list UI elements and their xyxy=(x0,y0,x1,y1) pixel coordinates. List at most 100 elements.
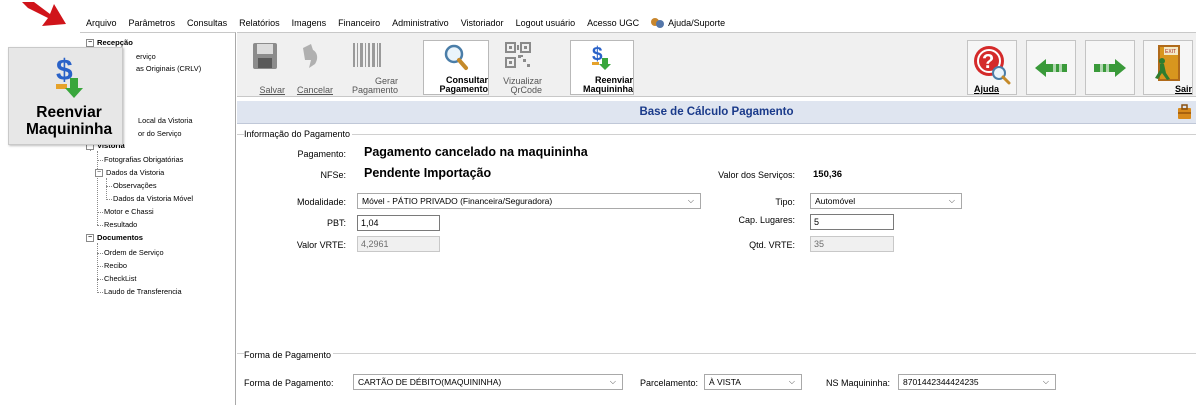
menu-ajuda-suporte-label: Ajuda/Suporte xyxy=(668,17,726,28)
svg-text:?: ? xyxy=(982,51,994,73)
arrow-left-icon xyxy=(1035,59,1067,77)
menu-bar: Arquivo Parâmetros Consultas Relatórios … xyxy=(80,13,1196,32)
gerar-pagamento-button[interactable]: Gerar Pagamento xyxy=(336,40,398,95)
pbt-input[interactable]: 1,04 xyxy=(357,215,440,231)
ajuda-button[interactable]: ? Ajuda xyxy=(967,40,1017,95)
visualizar-qrcode-label: Vizualizar QrCode xyxy=(494,77,542,95)
valor-vrte-label: Valor VRTE: xyxy=(296,240,346,250)
briefcase-icon[interactable] xyxy=(1177,104,1192,120)
tree-node-documentos[interactable]: − Documentos xyxy=(86,233,143,242)
consultar-pagamento-label: Consultar Pagamento xyxy=(424,76,488,94)
pagamento-status-value: Pagamento cancelado na maquininha xyxy=(364,145,588,159)
visualizar-qrcode-button[interactable]: Vizualizar QrCode xyxy=(494,40,542,95)
forma-pagamento-select-value: CARTÃO DE DÉBITO(MAQUININHA) xyxy=(358,377,502,387)
menu-consultas[interactable]: Consultas xyxy=(181,18,233,28)
menu-logout[interactable]: Logout usuário xyxy=(510,18,582,28)
pbt-label: PBT: xyxy=(326,218,346,228)
cap-lugares-label: Cap. Lugares: xyxy=(738,215,795,225)
gerar-pagamento-label: Gerar Pagamento xyxy=(336,77,398,95)
reenviar-maquininha-zoom[interactable]: $ Reenviar Maquininha xyxy=(8,47,123,145)
chevron-down-icon: ⌵ xyxy=(687,196,694,205)
reenviar-maquininha-label: Reenviar Maquininha xyxy=(571,76,633,94)
menu-administrativo[interactable]: Administrativo xyxy=(386,18,455,28)
valor-servicos-value: 150,36 xyxy=(813,169,843,180)
menu-financeiro[interactable]: Financeiro xyxy=(332,18,386,28)
tipo-select[interactable]: Automóvel ⌵ xyxy=(810,193,962,209)
ajuda-label: Ajuda xyxy=(974,84,1000,94)
menu-ajuda-suporte[interactable]: Ajuda/Suporte xyxy=(645,17,731,29)
svg-text:EXIT: EXIT xyxy=(1165,49,1176,55)
reenviar-maquininha-zoom-content: $ Reenviar Maquininha xyxy=(26,52,113,140)
forma-pagamento-group-label: Forma de Pagamento xyxy=(244,350,334,360)
voltar-button[interactable] xyxy=(1026,40,1076,95)
parcelamento-label: Parcelamento: xyxy=(640,378,699,388)
dollar-download-icon: $ xyxy=(592,44,611,70)
tree-node-dados-label: Dados da Vistoria xyxy=(106,168,165,177)
qtd-vrte-field: 35 xyxy=(810,236,894,252)
help-search-icon: ? xyxy=(974,46,1011,85)
tree-node-documentos-label: Documentos xyxy=(97,233,143,242)
chevron-down-icon: ⌵ xyxy=(609,377,616,386)
svg-text:$: $ xyxy=(592,44,603,65)
ns-maquininha-select[interactable]: 8701442344424235 ⌵ xyxy=(898,374,1056,390)
collapse-icon[interactable]: − xyxy=(95,168,103,177)
tree-item-motor-chassi[interactable]: Motor e Chassi xyxy=(104,207,154,216)
tree-item-dados-movel[interactable]: Dados da Vistoria Móvel xyxy=(113,194,193,203)
barcode-icon xyxy=(353,43,381,67)
collapse-icon[interactable]: − xyxy=(86,233,94,242)
reenviar-maquininha-button[interactable]: $ Reenviar Maquininha xyxy=(570,40,634,95)
tree-item-servico[interactable]: erviço xyxy=(136,52,156,61)
save-disk-icon xyxy=(253,43,277,69)
forma-pagamento-select[interactable]: CARTÃO DE DÉBITO(MAQUININHA) ⌵ xyxy=(353,374,623,390)
menu-relatorios[interactable]: Relatórios xyxy=(233,18,286,28)
form-title-bar: Base de Cálculo Pagamento xyxy=(237,101,1196,124)
tree-item-originais-crlv[interactable]: as Originais (CRLV) xyxy=(136,64,201,73)
tree-node-recepcao-label: Recepção xyxy=(97,38,133,47)
cancelar-button[interactable]: Cancelar xyxy=(287,40,333,95)
gerar-label-line2: Pagamento xyxy=(351,85,398,95)
avancar-button[interactable] xyxy=(1085,40,1135,95)
qrcode-label-line2: QrCode xyxy=(510,85,542,95)
sair-label: Sair xyxy=(1174,84,1192,94)
users-icon xyxy=(651,17,665,29)
modalidade-label: Modalidade: xyxy=(296,197,346,207)
magnifier-icon xyxy=(444,44,468,70)
tree-item-recibo[interactable]: Recibo xyxy=(104,261,127,270)
nfse-status-value: Pendente Importação xyxy=(364,166,492,180)
tree-item-checklist[interactable]: CheckList xyxy=(104,274,136,283)
ns-maquininha-select-value: 8701442344424235 xyxy=(903,377,979,387)
consultar-pagamento-button[interactable]: Consultar Pagamento xyxy=(423,40,489,95)
tree-item-fotografias[interactable]: Fotografias Obrigatórias xyxy=(104,155,183,164)
menu-arquivo[interactable]: Arquivo xyxy=(80,18,123,28)
tree-node-recepcao[interactable]: − Recepção xyxy=(86,38,133,47)
collapse-icon[interactable]: − xyxy=(86,38,94,47)
sair-button[interactable]: EXIT Sair xyxy=(1143,40,1193,95)
salvar-button[interactable]: Salvar xyxy=(245,40,285,95)
menu-vistoriador[interactable]: Vistoriador xyxy=(455,18,510,28)
menu-parametros[interactable]: Parâmetros xyxy=(123,18,182,28)
modalidade-select-value: Móvel - PÁTIO PRIVADO (Financeira/Segura… xyxy=(362,196,553,206)
menu-acesso-ugc[interactable]: Acesso UGC xyxy=(581,18,645,28)
chevron-down-icon: ⌵ xyxy=(948,196,955,205)
parcelamento-select-value: À VISTA xyxy=(709,377,741,387)
reenviar-label-line2: Maquininha xyxy=(583,84,633,94)
menu-imagens[interactable]: Imagens xyxy=(286,18,333,28)
nfse-label: NFSe: xyxy=(320,170,346,180)
parcelamento-select[interactable]: À VISTA ⌵ xyxy=(704,374,802,390)
tree-item-local-vistoria[interactable]: Local da Vistoria xyxy=(138,116,193,125)
tree-node-dados-vistoria[interactable]: − Dados da Vistoria xyxy=(95,168,164,177)
tipo-label: Tipo: xyxy=(775,197,795,207)
consultar-label-line2: Pagamento xyxy=(439,84,488,94)
salvar-label: Salvar xyxy=(259,85,285,95)
tree-item-laudo[interactable]: Laudo de Transferencia xyxy=(104,287,182,296)
valor-servicos-label: Valor dos Serviços: xyxy=(718,170,795,180)
tree-item-valor-servico[interactable]: or do Serviço xyxy=(138,129,182,138)
cancelar-label: Cancelar xyxy=(296,85,333,95)
cap-lugares-input[interactable]: 5 xyxy=(810,214,894,230)
modalidade-select[interactable]: Móvel - PÁTIO PRIVADO (Financeira/Segura… xyxy=(357,193,701,209)
tree-item-ordem-servico[interactable]: Ordem de Serviço xyxy=(104,248,164,257)
tree-item-observacoes[interactable]: Observações xyxy=(113,181,157,190)
qrcode-icon xyxy=(505,42,531,68)
tree-item-resultado[interactable]: Resultado xyxy=(104,220,137,229)
undo-icon xyxy=(303,44,318,68)
